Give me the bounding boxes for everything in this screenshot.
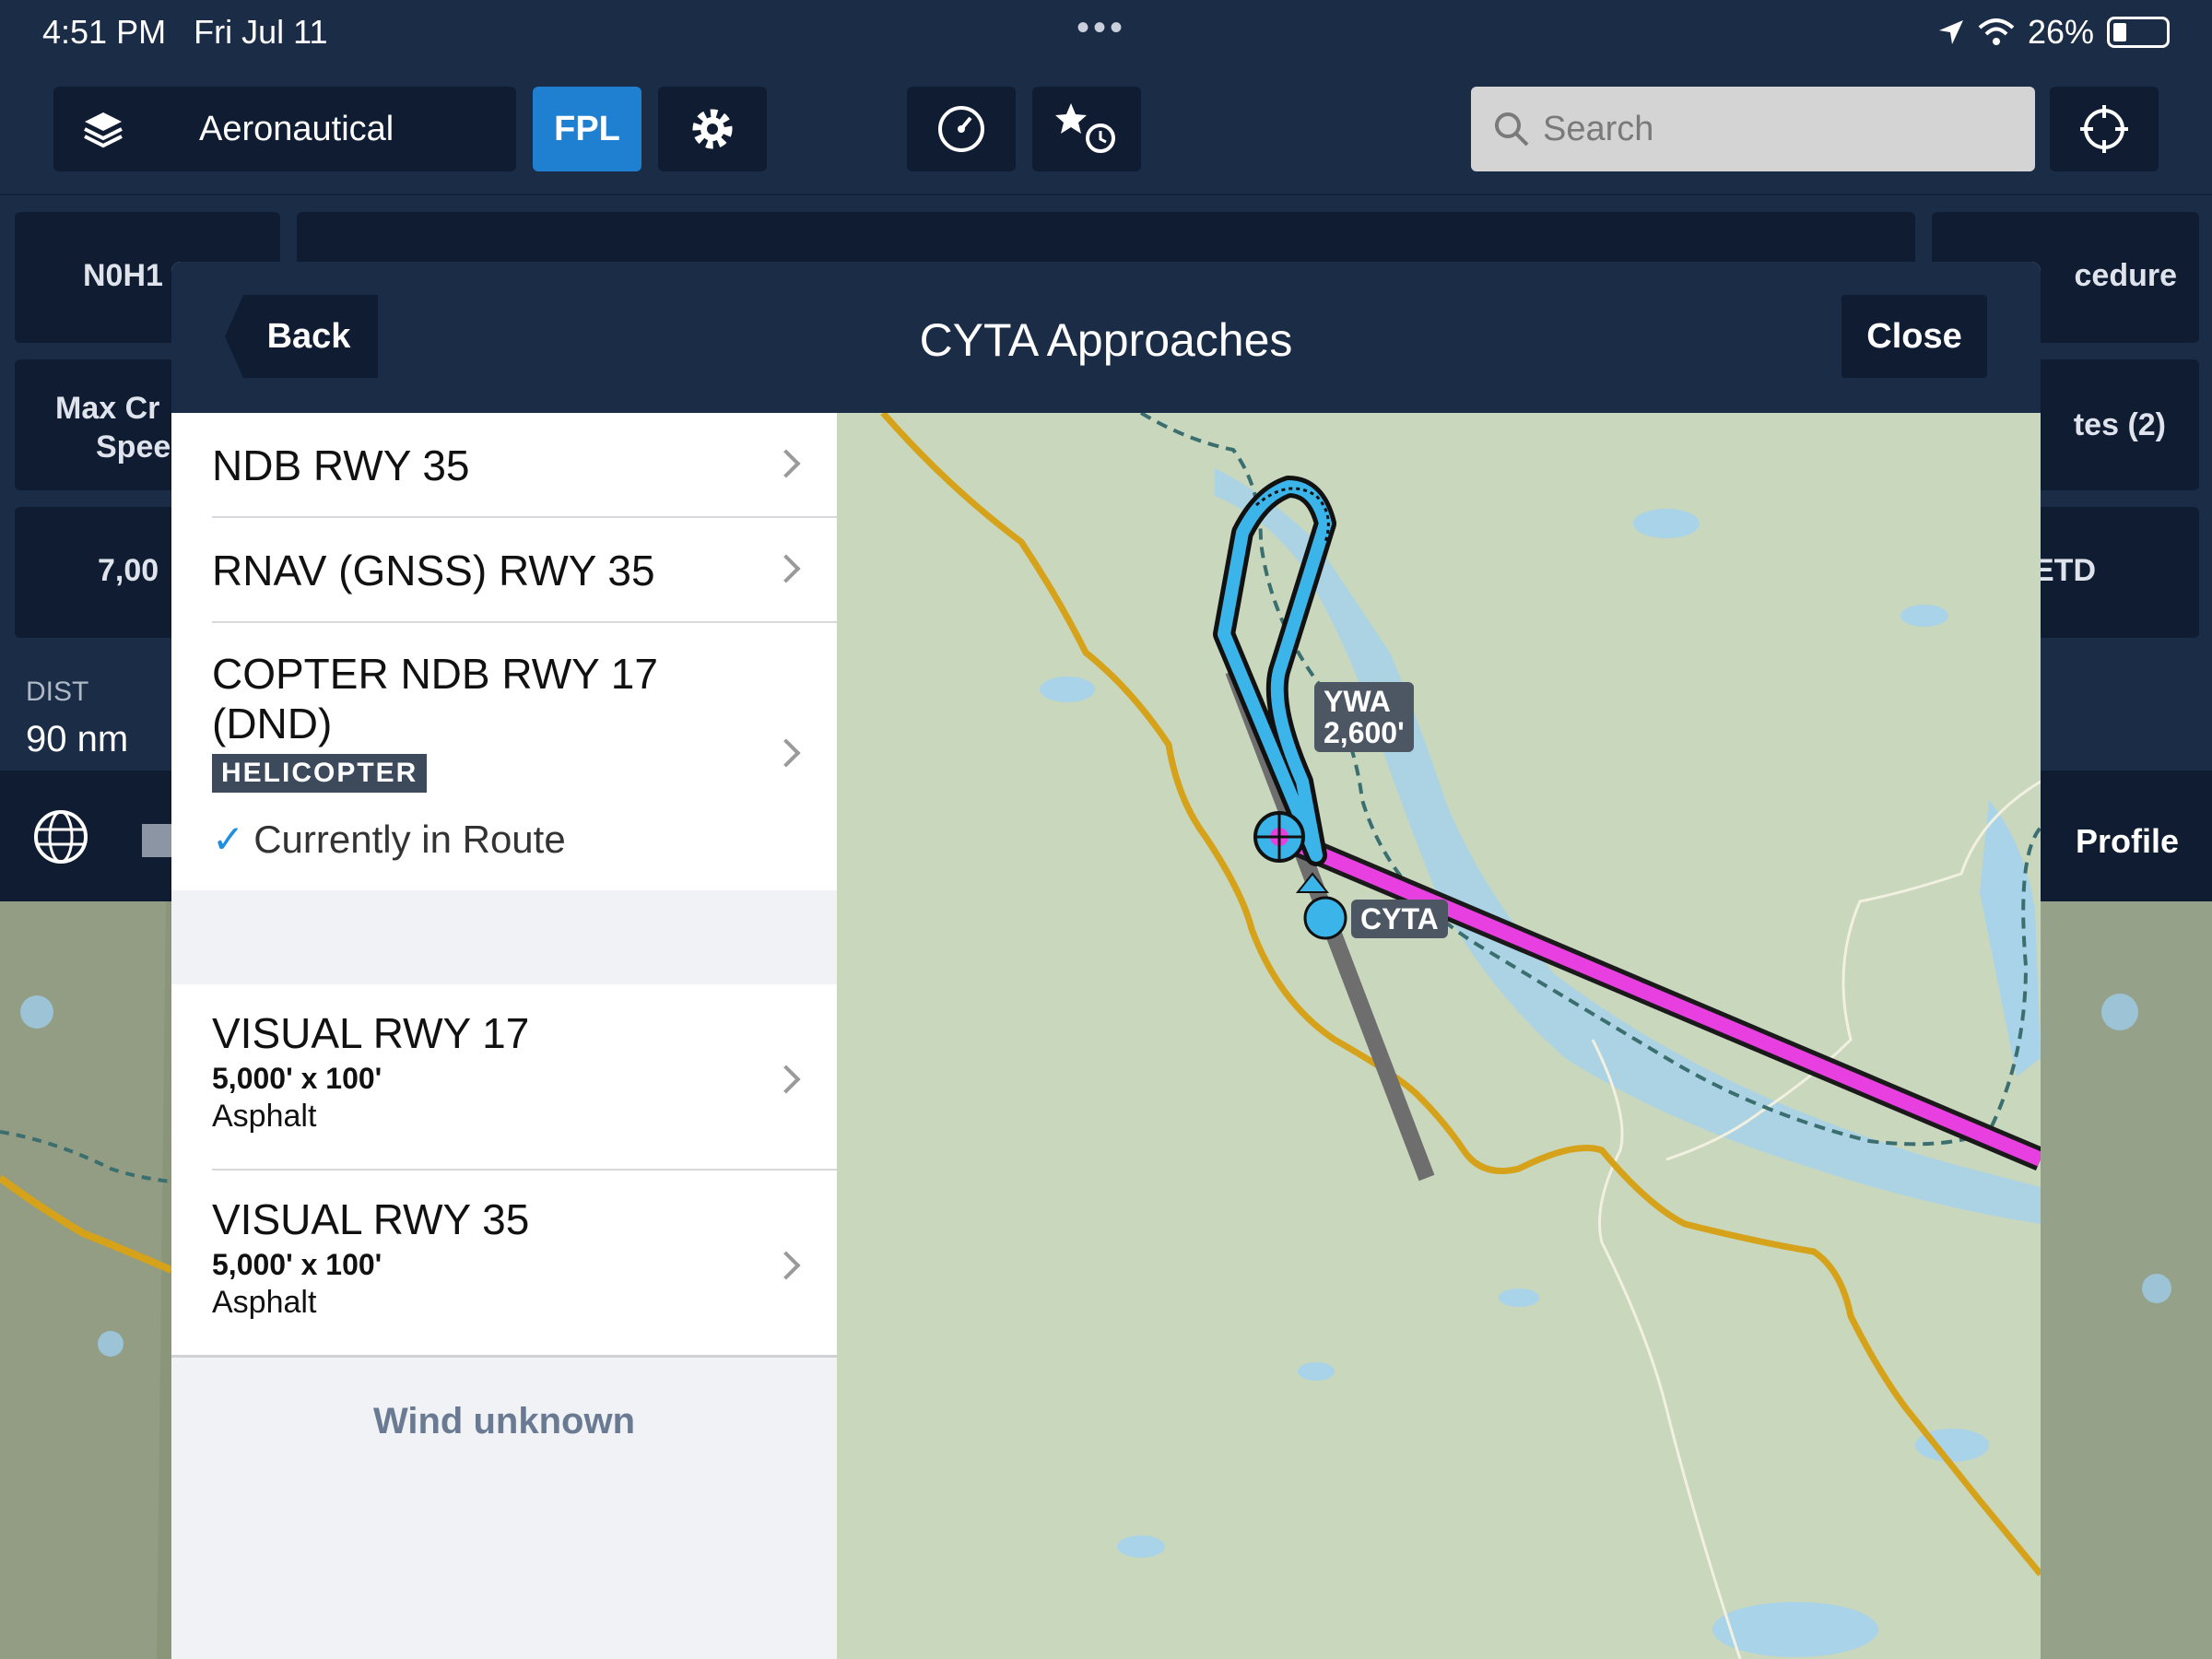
approach-row-rnav-rwy-35[interactable]: RNAV (GNSS) RWY 35 bbox=[171, 518, 837, 623]
status-time: 4:51 PM Fri Jul 11 bbox=[42, 13, 328, 51]
runway-size: 5,000' x 100' bbox=[212, 1248, 382, 1281]
layers-label: Aeronautical bbox=[199, 109, 394, 148]
in-route-text: Currently in Route bbox=[253, 818, 566, 861]
approach-list: NDB RWY 35 RNAV (GNSS) RWY 35 COPTER NDB… bbox=[171, 413, 837, 1659]
runway-row-visual-rwy-35[interactable]: VISUAL RWY 35 5,000' x 100' Asphalt bbox=[171, 1171, 837, 1355]
max-cruise-line1: Max Cr bbox=[55, 391, 160, 426]
runway-surface: Asphalt bbox=[212, 1285, 317, 1320]
battery-icon bbox=[2107, 17, 2170, 48]
runway-surface: Asphalt bbox=[212, 1099, 317, 1134]
dist-label: DIST bbox=[26, 677, 89, 707]
helicopter-badge: HELICOPTER bbox=[212, 754, 428, 793]
layers-icon bbox=[84, 112, 123, 148]
approach-name-line1: COPTER NDB RWY 17 bbox=[212, 650, 658, 698]
approach-row-ndb-rwy-35[interactable]: NDB RWY 35 bbox=[171, 413, 837, 518]
search-placeholder: Search bbox=[1543, 109, 1654, 148]
chevron-right-icon bbox=[771, 1065, 801, 1094]
status-bar: 4:51 PM Fri Jul 11 ••• 26% bbox=[0, 0, 2212, 65]
aircraft-label: N0H1 bbox=[83, 258, 163, 293]
runway-size: 5,000' x 100' bbox=[212, 1062, 382, 1095]
chevron-right-icon bbox=[771, 1251, 801, 1280]
gear-icon bbox=[692, 109, 733, 149]
approaches-modal: Back CYTA Approaches Close NDB RWY 35 RN… bbox=[171, 262, 2041, 1659]
location-arrow-icon bbox=[1938, 20, 1963, 44]
runway-name: VISUAL RWY 35 bbox=[212, 1195, 530, 1243]
approach-name-line2: (DND) bbox=[212, 700, 333, 747]
globe-icon[interactable] bbox=[31, 807, 90, 866]
crosshair-icon bbox=[2080, 105, 2128, 153]
fix-label: YWA 2,600' bbox=[1314, 682, 1414, 752]
etd-label: ETD bbox=[2033, 553, 2096, 588]
procedure-label: cedure bbox=[2074, 258, 2178, 293]
chevron-right-icon bbox=[771, 449, 801, 478]
dist-value: 90 nm bbox=[26, 719, 129, 759]
list-divider bbox=[171, 1355, 837, 1358]
wind-status: Wind unknown bbox=[372, 1401, 636, 1441]
modal-header: Back CYTA Approaches Close bbox=[171, 262, 2041, 413]
chevron-right-icon bbox=[771, 554, 801, 583]
search-icon bbox=[1495, 112, 1529, 147]
runway-name: VISUAL RWY 17 bbox=[212, 1009, 530, 1057]
gauge-icon bbox=[938, 106, 984, 152]
altitude-label: 7,00 bbox=[98, 553, 159, 588]
settings-button[interactable] bbox=[658, 87, 767, 171]
checkmark-icon: ✓ bbox=[212, 818, 245, 861]
fix-name: YWA bbox=[1324, 685, 1391, 718]
status-right: 26% bbox=[1937, 13, 2170, 52]
approach-map-preview[interactable]: YWA 2,600' CYTA bbox=[837, 413, 2041, 1659]
airport-label: CYTA bbox=[1351, 900, 1448, 938]
close-button[interactable]: Close bbox=[1841, 295, 1987, 378]
multitask-dots-icon[interactable]: ••• bbox=[1077, 7, 1126, 49]
fpl-button[interactable]: FPL bbox=[533, 87, 641, 171]
max-cruise-line2: Spee bbox=[96, 429, 171, 465]
search-input[interactable]: Search bbox=[1471, 87, 2035, 171]
locate-button[interactable] bbox=[2050, 87, 2159, 171]
in-route-status: ✓ Currently in Route bbox=[212, 817, 566, 862]
star-clock-icon bbox=[1055, 103, 1115, 153]
wifi-icon bbox=[1978, 18, 2015, 45]
layers-button[interactable]: Aeronautical bbox=[53, 87, 516, 171]
fix-altitude: 2,600' bbox=[1324, 716, 1405, 749]
approach-row-copter-ndb-rwy-17[interactable]: COPTER NDB RWY 17 (DND) HELICOPTER ✓ Curr… bbox=[171, 623, 837, 890]
profile-button[interactable]: Profile bbox=[2076, 822, 2179, 861]
main-toolbar: Aeronautical FPL Search bbox=[0, 65, 2212, 1532]
routes-label: tes (2) bbox=[2073, 407, 2166, 442]
runway-row-visual-rwy-17[interactable]: VISUAL RWY 17 5,000' x 100' Asphalt bbox=[171, 984, 837, 1171]
recents-button[interactable] bbox=[1032, 87, 1141, 171]
approach-name: RNAV (GNSS) RWY 35 bbox=[212, 547, 655, 594]
battery-percent: 26% bbox=[2027, 13, 2094, 51]
gauge-button[interactable] bbox=[907, 87, 1016, 171]
modal-title: CYTA Approaches bbox=[919, 314, 1293, 366]
chevron-right-icon bbox=[771, 738, 801, 768]
approach-name: NDB RWY 35 bbox=[212, 441, 470, 489]
approach-map-svg bbox=[880, 413, 2041, 1659]
